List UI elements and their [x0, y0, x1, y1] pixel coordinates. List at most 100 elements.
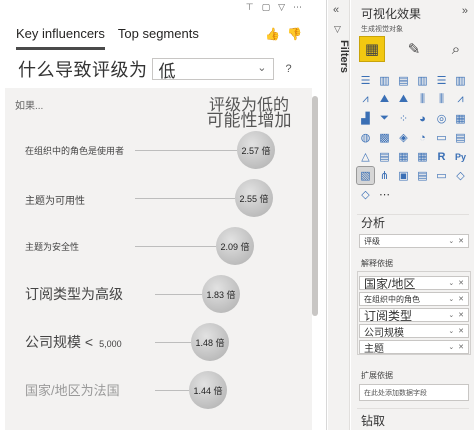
gauge-icon[interactable]: ◔: [414, 129, 431, 146]
analytics-icon[interactable]: ⌕: [443, 36, 469, 62]
explain-by-field-well[interactable]: 在组织中的角色 ⌄ ✕: [359, 292, 469, 306]
get-more-icon[interactable]: ⋯: [376, 186, 393, 203]
influencer-row[interactable]: 国家/地区为法国 1.44 倍: [5, 370, 312, 410]
decomposition-tree-icon[interactable]: ⋔: [376, 167, 393, 184]
filters-pane-collapsed[interactable]: « ▽ Filters: [328, 0, 350, 430]
table-icon[interactable]: ▦: [395, 148, 412, 165]
stacked-bar-icon[interactable]: ☰: [357, 72, 374, 89]
thumbs-down-icon[interactable]: 👎: [287, 27, 302, 41]
influencer-label: 主题为可用性: [25, 192, 85, 207]
outcome-dropdown[interactable]: 低 ⌄: [151, 58, 274, 81]
influencer-row[interactable]: 在组织中的角色是使用者 2.57 倍: [5, 130, 312, 170]
waterfall-icon[interactable]: ▟: [357, 110, 374, 127]
visual-tabs: Key influencers Top segments: [16, 26, 199, 50]
field-options-icons[interactable]: ⌄ ✕: [448, 237, 468, 245]
field-options-icons[interactable]: ⌄ ✕: [448, 311, 468, 319]
field-options-icons[interactable]: ⌄ ✕: [448, 279, 468, 287]
divider: [357, 408, 469, 409]
explain-by-field: 国家/地区: [364, 276, 416, 290]
field-options-icons[interactable]: ⌄ ✕: [448, 327, 468, 335]
influencer-connector: [135, 246, 216, 247]
field-options-icons[interactable]: ⌄ ✕: [448, 343, 468, 351]
line-clustered-icon[interactable]: ⫼: [433, 91, 450, 108]
qa-icon[interactable]: ▣: [395, 167, 412, 184]
tab-top-segments[interactable]: Top segments: [118, 26, 199, 50]
influencer-connector: [155, 390, 189, 391]
funnel-icon: ▽: [334, 24, 341, 34]
scatter-icon[interactable]: ⁘: [395, 110, 412, 127]
copy-icon[interactable]: ▢: [262, 2, 271, 13]
100-column-icon[interactable]: ▥: [452, 72, 469, 89]
filled-map-icon[interactable]: ▩: [376, 129, 393, 146]
paginated-icon[interactable]: ▭: [433, 167, 450, 184]
more-icon[interactable]: ⋯: [293, 2, 302, 13]
ribbon-icon[interactable]: ⩘: [452, 91, 469, 108]
kpi-icon[interactable]: △: [357, 148, 374, 165]
analyze-field-well[interactable]: 评级 ⌄ ✕: [359, 234, 469, 248]
line-column-icon[interactable]: ⫼: [414, 91, 431, 108]
expand-by-title: 扩展依据: [361, 371, 393, 380]
question-prefix: 什么导致评级为: [18, 60, 148, 80]
double-chevron-left-icon[interactable]: «: [333, 4, 339, 16]
key-influencers-visual[interactable]: ⊤ ▢ ▽ ⋯ Key influencers Top segments 👍 👎…: [0, 0, 327, 430]
influencer-bubble[interactable]: 1.48 倍: [191, 323, 229, 361]
field-options-icons[interactable]: ⌄ ✕: [448, 295, 468, 303]
area-chart-icon[interactable]: ⛰: [376, 91, 393, 108]
influencer-label-text: 国家/地区为法国: [25, 383, 120, 398]
influencer-bubble[interactable]: 1.83 倍: [202, 275, 240, 313]
influencer-connector: [155, 294, 202, 295]
scrollbar-thumb[interactable]: [312, 96, 318, 316]
pie-icon[interactable]: ◕: [414, 110, 431, 127]
line-chart-icon[interactable]: ⩘: [357, 91, 374, 108]
filter-icon[interactable]: ▽: [278, 2, 285, 13]
explain-by-field-well[interactable]: 公司规模 ⌄ ✕: [359, 324, 469, 338]
format-icon[interactable]: ✎: [401, 36, 427, 62]
tab-key-influencers[interactable]: Key influencers: [16, 26, 105, 50]
stacked-area-icon[interactable]: ⛰: [395, 91, 412, 108]
power-automate-icon[interactable]: ◇: [357, 186, 374, 203]
influencer-row[interactable]: 公司规模 < 5,000 1.48 倍: [5, 322, 312, 362]
influencer-label: 订阅类型为高级: [25, 284, 123, 304]
outcome-value: 低: [158, 61, 176, 81]
visualizations-pane: 可视化效果 » 生成视觉对象 ▦ ✎ ⌕ ☰ ▥ ▤ ▥ ☰ ▥ ⩘ ⛰ ⛰ ⫼ ⫼ ⩘ ▟ ⏷ ⁘ ◕ ◎ ▦ ◍…: [351, 0, 474, 430]
expand-by-drop-zone[interactable]: 在此处添加数据字段: [359, 384, 469, 401]
thumbs-up-icon[interactable]: 👍: [265, 27, 280, 41]
chevron-down-icon: ⌄: [257, 62, 267, 74]
clustered-bar-icon[interactable]: ▤: [395, 72, 412, 89]
explain-by-field-well[interactable]: 主题 ⌄ ✕: [359, 340, 469, 354]
double-chevron-right-icon[interactable]: »: [462, 5, 468, 17]
influencer-bubble[interactable]: 2.57 倍: [237, 131, 275, 169]
help-icon[interactable]: ?: [286, 63, 292, 75]
key-influencers-icon[interactable]: ▧: [356, 166, 375, 185]
card-icon[interactable]: ▭: [433, 129, 450, 146]
slicer-icon[interactable]: ▤: [376, 148, 393, 165]
r-visual-icon[interactable]: R: [433, 148, 450, 165]
funnel-icon[interactable]: ⏷: [376, 110, 393, 127]
pin-icon[interactable]: ⊤: [246, 2, 254, 13]
influencer-bubble[interactable]: 2.09 倍: [216, 227, 254, 265]
clustered-column-icon[interactable]: ▥: [414, 72, 431, 89]
treemap-icon[interactable]: ▦: [452, 110, 469, 127]
python-visual-icon[interactable]: Py: [452, 148, 469, 165]
100-bar-icon[interactable]: ☰: [433, 72, 450, 89]
power-apps-icon[interactable]: ◇: [452, 167, 469, 184]
matrix-icon[interactable]: ▦: [414, 148, 431, 165]
shape-map-icon[interactable]: ◈: [395, 129, 412, 146]
pane-mode-icons: ▦ ✎ ⌕: [359, 36, 469, 62]
influencer-row[interactable]: 主题为可用性 2.55 倍: [5, 178, 312, 218]
map-icon[interactable]: ◍: [357, 129, 374, 146]
multirow-card-icon[interactable]: ▤: [452, 129, 469, 146]
stacked-column-icon[interactable]: ▥: [376, 72, 393, 89]
filters-label[interactable]: Filters: [328, 40, 350, 73]
influencer-row[interactable]: 订阅类型为高级 1.83 倍: [5, 274, 312, 314]
explain-by-field: 在组织中的角色: [364, 294, 420, 304]
build-visual-icon[interactable]: ▦: [359, 36, 385, 62]
donut-icon[interactable]: ◎: [433, 110, 450, 127]
influencer-bubble[interactable]: 2.55 倍: [235, 179, 273, 217]
smart-narrative-icon[interactable]: ▤: [414, 167, 431, 184]
explain-by-field-well[interactable]: 订阅类型 ⌄ ✕: [359, 308, 469, 322]
influencer-row[interactable]: 主题为安全性 2.09 倍: [5, 226, 312, 266]
influencer-bubble[interactable]: 1.44 倍: [189, 371, 227, 409]
explain-by-field-well[interactable]: 国家/地区 ⌄ ✕: [359, 276, 469, 290]
influencer-label-suffix: 5,000: [99, 339, 122, 349]
